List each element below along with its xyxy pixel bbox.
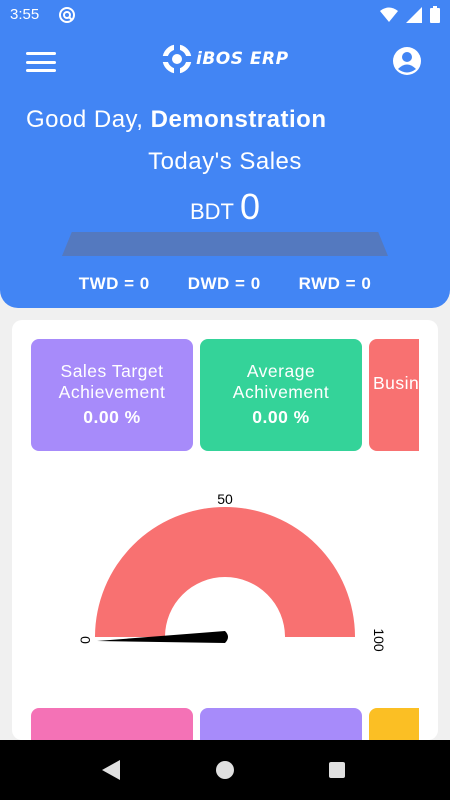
card-business-title: Busin bbox=[373, 373, 419, 393]
hamburger-menu-icon[interactable] bbox=[26, 50, 56, 74]
sales-amount: BDT 0 bbox=[0, 186, 450, 228]
metric-dwd: DWD = 0 bbox=[187, 274, 261, 293]
metrics-row: TWD = 0 DWD = 0 RWD = 0 bbox=[0, 274, 450, 294]
sales-value: 0 bbox=[239, 186, 261, 227]
home-circle-icon[interactable] bbox=[216, 761, 234, 779]
logo-text: iBOS ERP bbox=[196, 49, 289, 69]
metric-twd: TWD = 0 bbox=[78, 274, 150, 293]
status-time: 3:55 bbox=[10, 6, 40, 23]
gauge-mid-label: 50 bbox=[217, 491, 233, 507]
wifi-icon bbox=[380, 7, 398, 22]
card-sales-target-value: 0.00 % bbox=[83, 407, 141, 427]
bottom-card-3[interactable] bbox=[369, 708, 419, 740]
card-average-value: 0.00 % bbox=[252, 407, 310, 427]
status-bar: 3:55 bbox=[0, 0, 450, 30]
card-average-line2: Achivement bbox=[232, 382, 330, 402]
card-sales-target-line2: Achievement bbox=[58, 382, 166, 402]
sales-platform bbox=[62, 232, 388, 256]
logo-icon bbox=[162, 44, 192, 74]
gauge-arc bbox=[95, 507, 355, 637]
system-nav-bar bbox=[0, 740, 450, 800]
gauge-min-label: 0 bbox=[77, 636, 93, 644]
achievement-gauge: 50 0 100 bbox=[77, 491, 387, 652]
back-triangle-icon[interactable] bbox=[102, 760, 120, 780]
greeting-name: Demonstration bbox=[150, 106, 327, 133]
greeting-prefix: Good Day, bbox=[26, 106, 144, 133]
gauge-max-label: 100 bbox=[371, 628, 387, 652]
bottom-cards[interactable] bbox=[31, 708, 419, 740]
account-circle-icon[interactable] bbox=[392, 46, 422, 76]
cell-signal-icon bbox=[406, 6, 422, 23]
at-sign-icon bbox=[59, 7, 75, 23]
battery-icon bbox=[430, 6, 440, 23]
bottom-card-1[interactable] bbox=[31, 708, 193, 740]
greeting: Good Day, Demonstration bbox=[26, 106, 326, 134]
metric-rwd: RWD = 0 bbox=[298, 274, 372, 293]
card-average-line1: Average bbox=[246, 361, 316, 381]
card-business[interactable]: Busin bbox=[369, 339, 419, 451]
status-icons bbox=[380, 6, 440, 23]
header: iBOS ERP Good Day, Demonstration Today's… bbox=[0, 30, 450, 308]
kpi-cards[interactable]: Sales Target Achievement 0.00 % Average … bbox=[31, 339, 419, 451]
card-sales-target-line1: Sales Target bbox=[60, 361, 164, 381]
card-average-achievement[interactable]: Average Achivement 0.00 % bbox=[200, 339, 362, 451]
sales-currency: BDT bbox=[189, 199, 234, 224]
app-logo: iBOS ERP bbox=[162, 44, 289, 74]
recents-square-icon[interactable] bbox=[329, 762, 345, 778]
card-sales-target[interactable]: Sales Target Achievement 0.00 % bbox=[31, 339, 193, 451]
bottom-card-2[interactable] bbox=[200, 708, 362, 740]
sales-title: Today's Sales bbox=[148, 148, 302, 175]
dashboard-panel: Sales Target Achievement 0.00 % Average … bbox=[12, 320, 438, 740]
